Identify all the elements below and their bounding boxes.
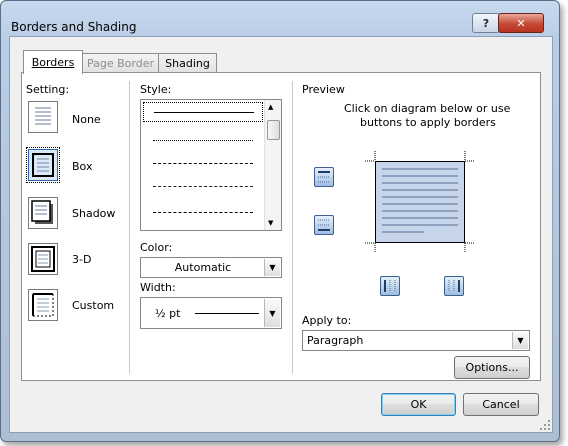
setting-3d-icon (31, 246, 55, 272)
divider (129, 81, 130, 374)
color-value: Automatic (174, 261, 232, 274)
tab-shading-label: Shading (165, 57, 210, 70)
setting-none-label: None (72, 113, 101, 126)
setting-shadow-button[interactable] (28, 197, 58, 229)
setting-box-button[interactable] (26, 147, 60, 183)
help-icon: ? (482, 16, 490, 30)
preview-text-line (382, 224, 458, 226)
preview-text-line (382, 168, 458, 170)
left-border-button[interactable] (314, 215, 334, 235)
cancel-button-label: Cancel (482, 398, 520, 411)
bottom-border-icon (384, 280, 396, 292)
left-border-icon (318, 219, 330, 231)
style-fine-dash-line[interactable] (153, 163, 253, 164)
options-button-label: Options... (465, 361, 519, 374)
color-label: Color: (140, 241, 173, 254)
ok-button-label: OK (410, 398, 427, 411)
setting-box-icon (32, 153, 54, 177)
preview-text-line (382, 217, 458, 219)
style-listbox[interactable]: ▲ ▼ (140, 99, 282, 231)
top-border-icon (318, 171, 330, 183)
setting-custom-label: Custom (72, 299, 115, 312)
setting-box-label: Box (72, 160, 93, 173)
style-label: Style: (140, 83, 172, 96)
style-scrollbar[interactable]: ▲ ▼ (264, 100, 281, 230)
top-border-button[interactable] (314, 167, 334, 187)
width-line-sample (195, 313, 259, 314)
close-button[interactable]: ✕ (498, 13, 544, 33)
color-dropdown[interactable]: Automatic ▼ (140, 257, 282, 278)
preview-text-line (382, 182, 458, 184)
tab-borders-label: Borders (31, 56, 75, 69)
preview-instructions-2: buttons to apply borders (360, 116, 496, 129)
scroll-up-icon[interactable]: ▲ (268, 103, 273, 111)
setting-3d-label: 3-D (72, 253, 92, 266)
setting-shadow-icon (31, 200, 53, 224)
bottom-border-button[interactable] (380, 276, 400, 296)
help-button[interactable]: ? (472, 13, 500, 33)
borders-and-shading-dialog: Borders and Shading ? ✕ Borders Page Bor… (0, 0, 560, 442)
tab-page-border-label: Page Border (86, 57, 154, 70)
scroll-thumb[interactable] (267, 120, 280, 140)
divider (292, 81, 293, 374)
style-dash-dot-line[interactable] (153, 212, 253, 213)
resize-grip-icon[interactable] (540, 420, 550, 430)
setting-custom-icon (32, 293, 54, 317)
width-label: Width: (140, 281, 176, 294)
setting-none-icon (35, 107, 51, 125)
setting-custom-button[interactable] (28, 289, 58, 321)
close-icon: ✕ (516, 16, 526, 30)
style-dashed-line[interactable] (153, 186, 253, 187)
setting-label: Setting: (26, 83, 70, 96)
width-value: ½ pt (155, 306, 181, 320)
preview-page[interactable] (375, 161, 465, 243)
dropdown-arrow-icon[interactable]: ▼ (264, 259, 280, 276)
tab-borders[interactable]: Borders (23, 50, 83, 74)
setting-shadow-label: Shadow (72, 207, 116, 220)
dropdown-arrow-icon[interactable]: ▼ (264, 299, 280, 327)
right-border-button[interactable] (444, 276, 464, 296)
setting-none-button[interactable] (28, 101, 58, 133)
ok-button[interactable]: OK (381, 393, 456, 416)
preview-label: Preview (302, 83, 345, 96)
preview-text-line (382, 196, 458, 198)
apply-to-label: Apply to: (302, 314, 352, 327)
style-dotted-line[interactable] (153, 140, 253, 141)
preview-text-line (382, 203, 458, 205)
preview-text-line (382, 231, 424, 233)
tab-shading[interactable]: Shading (158, 53, 217, 73)
preview-instructions-1: Click on diagram below or use (344, 102, 511, 115)
right-border-icon (448, 280, 460, 292)
preview-text-line (382, 210, 458, 212)
preview-diagram[interactable] (365, 151, 475, 253)
tab-page-border[interactable]: Page Border (82, 53, 159, 73)
apply-to-value: Paragraph (307, 334, 364, 347)
apply-to-dropdown[interactable]: Paragraph ▼ (302, 330, 530, 351)
style-solid-line (154, 112, 254, 113)
cancel-button[interactable]: Cancel (463, 393, 539, 416)
dropdown-arrow-icon[interactable]: ▼ (512, 332, 528, 349)
options-button[interactable]: Options... (454, 356, 530, 379)
width-dropdown[interactable]: ½ pt ▼ (140, 297, 282, 329)
window-title: Borders and Shading (11, 20, 137, 34)
preview-text-line (382, 175, 458, 177)
borders-panel: Setting: None Box Shadow 3-D Custom Styl… (21, 72, 541, 381)
dialog-client-area: Borders Page Border Shading Setting: Non… (9, 36, 553, 433)
setting-3d-button[interactable] (28, 243, 58, 275)
preview-text-line (382, 189, 458, 191)
scroll-down-icon[interactable]: ▼ (268, 219, 273, 227)
style-selected-item[interactable] (143, 102, 263, 122)
